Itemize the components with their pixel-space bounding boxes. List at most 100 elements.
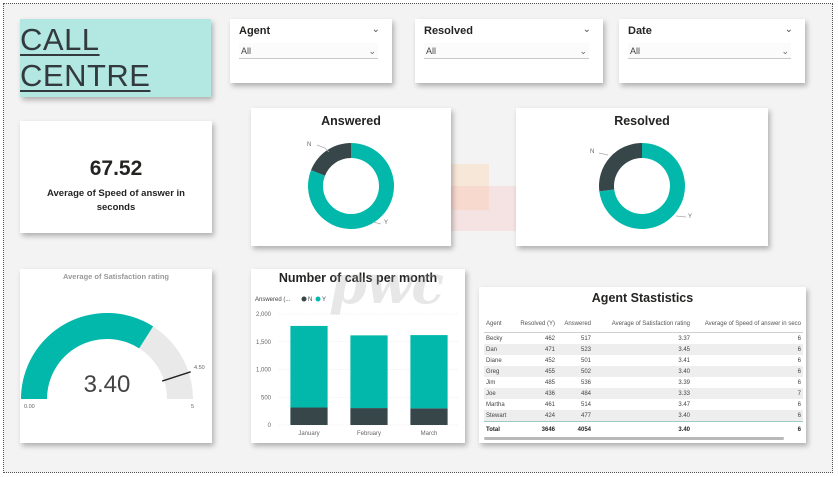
chevron-down-icon[interactable]: ⌄	[785, 24, 793, 35]
date-slicer-dropdown[interactable]: All ⌄	[628, 43, 791, 59]
answered-n-label: N	[307, 142, 312, 148]
table-cell: 455	[512, 366, 557, 377]
table-cell: 477	[557, 410, 593, 422]
table-row[interactable]: Becky 462 517 3.37 6	[484, 333, 803, 345]
column-header[interactable]: Average of Speed of answer in seco	[692, 316, 803, 333]
report-canvas: CALL CENTRE Agent ⌄ All ⌄ Resolved ⌄ All…	[3, 3, 833, 473]
table-header-row: Agent Resolved (Y) Answered Average of S…	[484, 316, 803, 333]
resolved-n-label: N	[590, 149, 595, 155]
kpi-value: 67.52	[89, 157, 143, 180]
table-cell: 3646	[512, 421, 557, 437]
column-header[interactable]: Agent	[484, 316, 512, 333]
table-cell: 501	[580, 357, 591, 364]
answered-y-label: Y	[384, 220, 389, 226]
table-cell: Jim	[486, 379, 496, 386]
answered-donut-chart	[308, 143, 394, 229]
resolved-slicer[interactable]: Resolved ⌄ All ⌄	[415, 19, 603, 83]
table-row[interactable]: Jim 485 536 3.39 6	[484, 377, 803, 388]
agent-slicer-dropdown[interactable]: All ⌄	[239, 43, 378, 59]
y-tick-label: 1,000	[256, 368, 272, 374]
resolved-slicer-value: All	[426, 46, 437, 56]
y-tick-label: 1,500	[256, 340, 272, 346]
table-cell: 6	[692, 421, 803, 437]
agent-slicer-label: Agent	[239, 25, 271, 37]
table-cell: 6	[797, 401, 801, 408]
table-cell: 471	[512, 344, 557, 355]
bar-january-y[interactable]	[290, 325, 328, 408]
table-row[interactable]: Dan 471 523 3.45 6	[484, 344, 803, 355]
table-cell: 3.33	[593, 388, 692, 399]
chevron-down-icon[interactable]: ⌄	[583, 24, 591, 35]
table-total-row[interactable]: Total 3646 4054 3.40 6	[484, 421, 803, 437]
table-cell: 4054	[557, 421, 593, 437]
donut-slice-n[interactable]	[311, 143, 351, 176]
table-cell: Joe	[484, 388, 512, 399]
y-tick-label: 500	[261, 395, 272, 401]
table-cell: 452	[544, 357, 555, 364]
table-cell: Stewart	[484, 410, 512, 422]
resolved-donut[interactable]	[598, 143, 687, 229]
column-header[interactable]: Resolved (Y)	[512, 316, 557, 333]
kpi-label: Average of Speed of answer in seconds	[47, 188, 185, 213]
table-cell: 462	[544, 335, 555, 342]
table-cell: 3.47	[678, 401, 690, 408]
chevron-down-icon: ⌄	[579, 46, 587, 56]
y-tick-label: 0	[268, 423, 272, 429]
agent-statistics-card[interactable]: Agent Stastistics Agent Resolved (Y) Ans…	[479, 287, 806, 443]
table-cell: 6	[692, 410, 803, 422]
horizontal-scrollbar[interactable]	[484, 437, 784, 440]
table-cell: 6	[797, 335, 801, 342]
table-cell: 6	[797, 379, 801, 386]
leader-line	[372, 221, 382, 225]
leader-line	[675, 215, 687, 218]
date-slicer[interactable]: Date ⌄ All ⌄	[619, 19, 805, 83]
table-cell: Total	[484, 421, 512, 437]
bar-january-n[interactable]	[290, 407, 328, 425]
table-row[interactable]: Diane 452 501 3.41 6	[484, 355, 803, 366]
chevron-down-icon[interactable]: ⌄	[372, 24, 380, 35]
table-row[interactable]: Greg 455 502 3.40 6	[484, 366, 803, 377]
table-row[interactable]: Joe 436 484 3.33 7	[484, 388, 803, 399]
agent-slicer[interactable]: Agent ⌄ All ⌄	[230, 19, 392, 83]
bar-february-y[interactable]	[350, 335, 388, 409]
report-title: CALL CENTRE	[20, 22, 151, 93]
speed-of-answer-kpi-card[interactable]: 67.52 Average of Speed of answer in seco…	[20, 121, 212, 233]
bar-march-y[interactable]	[410, 335, 448, 409]
donut-slice-n[interactable]	[599, 143, 642, 192]
table-cell: 6	[797, 357, 801, 364]
resolved-y-label: Y	[688, 214, 693, 220]
resolved-slicer-label: Resolved	[424, 25, 473, 37]
legend-label-y[interactable]: Y	[322, 297, 326, 303]
agent-slicer-value: All	[241, 46, 252, 56]
satisfaction-gauge-card[interactable]: Average of Satisfaction rating 3.40 0.00 5…	[20, 269, 212, 443]
table-cell: 3.40	[593, 366, 692, 377]
table-cell: 3.41	[678, 357, 690, 364]
answered-donut[interactable]	[308, 143, 394, 229]
table-cell: 7	[692, 388, 803, 399]
gauge-value: 3.40	[84, 371, 131, 398]
legend-marker-y[interactable]	[315, 296, 321, 302]
x-tick-label: January	[298, 431, 319, 437]
table-row[interactable]: Stewart 424 477 3.40 6	[484, 410, 803, 422]
table-row[interactable]: Martha 461 514 3.47 6	[484, 399, 803, 410]
legend-marker-n[interactable]	[301, 296, 307, 302]
bar-february-n[interactable]	[350, 408, 388, 425]
date-slicer-value: All	[630, 46, 641, 56]
answered-donut-card[interactable]: Answered N Y	[251, 108, 451, 246]
agent-table-title: Agent Stastistics	[591, 291, 694, 305]
table-cell: 514	[580, 401, 591, 408]
bar-march-n[interactable]	[410, 408, 448, 425]
legend-label-n[interactable]: N	[308, 297, 312, 303]
table-cell: 3.40	[593, 421, 692, 437]
table-cell: 3.39	[678, 379, 690, 386]
resolved-slicer-dropdown[interactable]: All ⌄	[424, 43, 589, 59]
date-slicer-label: Date	[628, 25, 652, 37]
column-header[interactable]: Answered	[557, 316, 593, 333]
gauge-min-label: 0.00	[24, 404, 35, 410]
leader-line	[598, 152, 609, 156]
table-cell: 3.45	[593, 344, 692, 355]
table-cell: 461	[544, 401, 555, 408]
column-header[interactable]: Average of Satisfaction rating	[593, 316, 692, 333]
resolved-donut-card[interactable]: Resolved N Y	[516, 108, 768, 246]
chevron-down-icon: ⌄	[781, 46, 789, 56]
